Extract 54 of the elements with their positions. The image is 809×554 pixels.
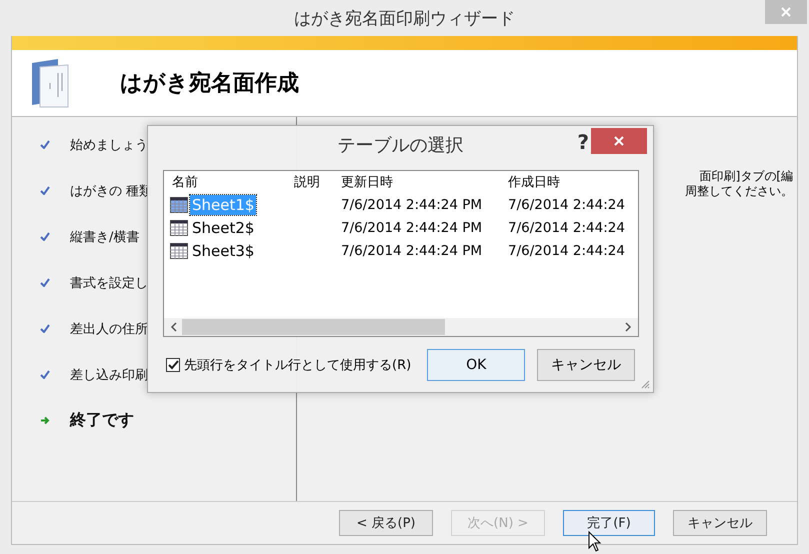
scroll-right-icon[interactable] [624, 322, 632, 332]
table-cell-text: 7/6/2014 2:44:24 [508, 196, 626, 212]
resize-grip-icon[interactable] [640, 379, 650, 389]
table-icon [170, 242, 188, 258]
instruction-text: 面印刷]タブの[編 [700, 169, 793, 184]
wizard-button[interactable]: キャンセル [673, 510, 767, 536]
table-cell-text: 7/6/2014 2:44:24 PM [341, 220, 484, 236]
column-header[interactable]: 更新日時 [341, 173, 508, 191]
checkbox-label: 先頭行をタイトル行として使用する(R) [184, 357, 412, 374]
help-button[interactable]: ? [577, 130, 589, 154]
checkmark-icon [40, 232, 50, 241]
instruction-text: 周整してください。 [685, 184, 793, 199]
checkmark-icon [40, 140, 50, 149]
horizontal-scrollbar[interactable] [164, 318, 638, 336]
checkbox[interactable] [166, 358, 180, 372]
checkmark-icon [40, 278, 50, 287]
table-cell-text: 7/6/2014 2:44:24 PM [341, 242, 484, 258]
column-header[interactable]: 作成日時 [508, 173, 638, 191]
table-cell-text: 7/6/2014 2:44:24 [508, 220, 626, 236]
mouse-cursor-icon [588, 531, 602, 553]
table-name: Sheet1$ [190, 194, 256, 214]
table-cell-text: 7/6/2014 2:44:24 [508, 242, 626, 258]
step-label: 差し込み印刷 [70, 366, 148, 384]
table-icon [170, 196, 188, 212]
close-icon [780, 6, 792, 18]
step-label: 差出人の住所 [70, 320, 148, 338]
step-label: 縦書き/横書 [70, 228, 140, 246]
window-title: はがき宛名面印刷ウィザード [294, 8, 515, 30]
step-label: 終了です [70, 410, 134, 431]
step-label: 始めましょう [70, 136, 148, 154]
checkmark-icon [40, 186, 50, 195]
scroll-left-icon[interactable] [170, 322, 178, 332]
dialog-button[interactable]: キャンセル [537, 349, 636, 381]
wizard-button[interactable]: < 戻る(P) [339, 510, 433, 536]
table-row[interactable]: Sheet3$ 7/6/2014 2:44:24 PM 7/6/2014 2:44:24 [164, 239, 638, 262]
step-label: 書式を設定し [70, 274, 148, 292]
table-name: Sheet3$ [191, 240, 256, 260]
table-cell-text: 7/6/2014 2:44:24 PM [341, 196, 484, 212]
close-button[interactable] [591, 128, 647, 154]
checkmark-icon [40, 324, 50, 333]
arrow-icon [40, 416, 50, 425]
scrollbar-thumb[interactable] [182, 319, 445, 335]
table-row[interactable]: Sheet1$ 7/6/2014 2:44:24 PM 7/6/2014 2:44:24 [164, 193, 638, 216]
page-heading: はがき宛名面作成 [120, 70, 299, 98]
table-name: Sheet2$ [191, 218, 256, 238]
table-row[interactable]: Sheet2$ 7/6/2014 2:44:24 PM 7/6/2014 2:44:24 [164, 216, 638, 239]
column-header[interactable]: 名前 [164, 173, 294, 191]
column-header[interactable]: 説明 [294, 173, 341, 191]
checkmark-icon [40, 370, 50, 379]
dialog-title: テーブルの選択 [338, 134, 464, 157]
table-icon [170, 220, 188, 236]
close-icon [613, 135, 625, 147]
dialog-button[interactable]: OK [427, 349, 526, 381]
wizard-button[interactable]: 完了(F) [563, 510, 655, 536]
